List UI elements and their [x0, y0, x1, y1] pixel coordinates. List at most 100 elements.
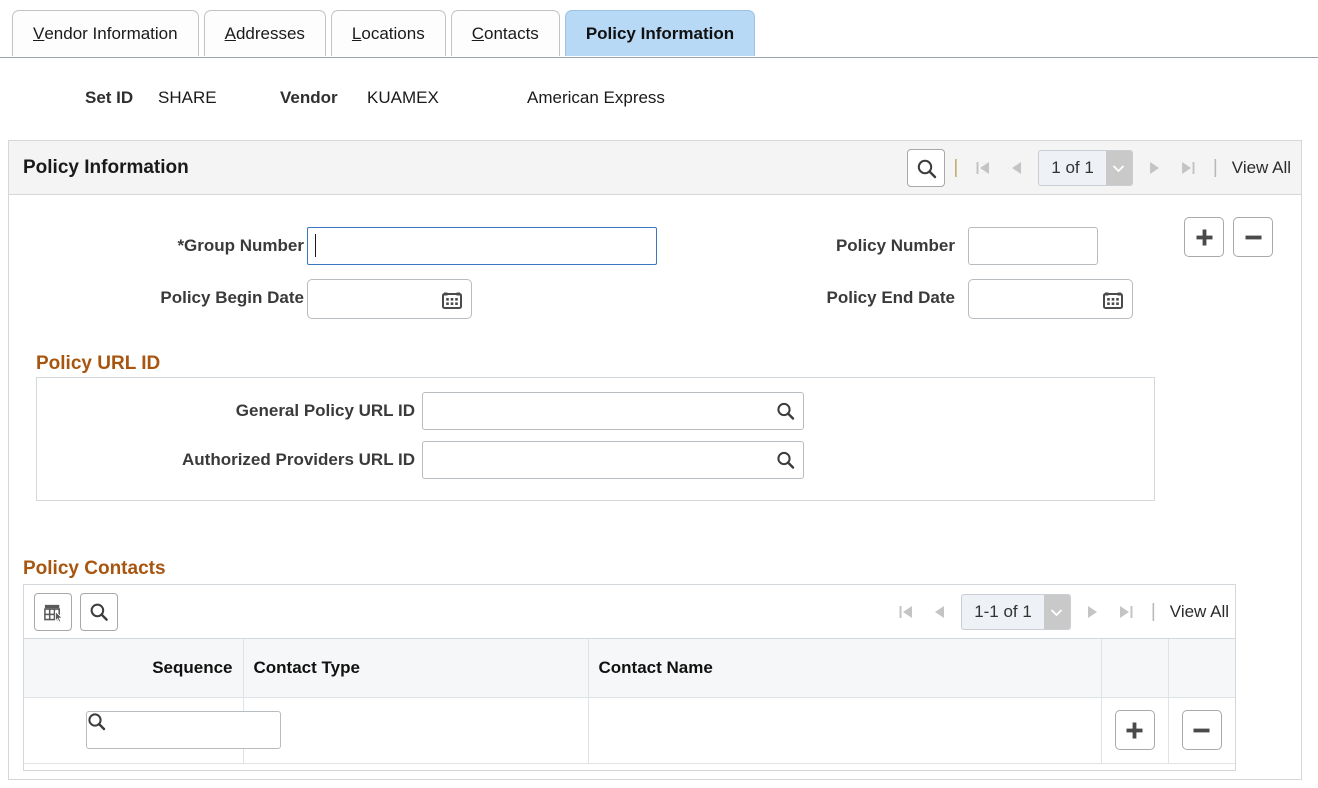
- tab-bar: Vendor Information Addresses Locations C…: [0, 0, 1318, 62]
- pager-divider-right: |: [1213, 157, 1218, 179]
- grid-page-counter-label: 1-1 of 1: [962, 595, 1044, 629]
- page-counter-select[interactable]: 1 of 1: [1038, 150, 1133, 186]
- add-contact-row-button[interactable]: [1115, 710, 1155, 750]
- pager-divider-left: |: [953, 157, 958, 179]
- policy-end-date-input[interactable]: [968, 279, 1133, 319]
- grid-next-page-button[interactable]: [1075, 597, 1109, 627]
- policy-contacts-table: Sequence Contact Type Contact Name: [24, 639, 1235, 764]
- grid-pager: 1-1 of 1: [889, 594, 1229, 630]
- tab-contacts[interactable]: Contacts: [451, 10, 560, 56]
- policy-number-label: Policy Number: [649, 236, 955, 256]
- policy-pager: | 1 of 1: [907, 149, 1291, 187]
- first-page-icon: [975, 160, 991, 176]
- last-page-icon: [1118, 604, 1134, 620]
- group-number-input[interactable]: [307, 227, 657, 265]
- vendor-label: Vendor: [280, 88, 338, 108]
- lookup-search-icon[interactable]: [776, 402, 795, 421]
- lookup-search-icon[interactable]: [87, 712, 280, 731]
- vendor-subheader: Set ID SHARE Vendor KUAMEX American Expr…: [0, 88, 1318, 122]
- lookup-search-icon[interactable]: [776, 451, 795, 470]
- last-page-button[interactable]: [1171, 153, 1205, 183]
- grid-first-page-button[interactable]: [889, 597, 923, 627]
- cell-sequence: [24, 697, 243, 763]
- sequence-lookup-input[interactable]: [86, 711, 281, 749]
- setid-label: Set ID: [85, 88, 133, 108]
- policy-information-panel: Policy Information |: [8, 140, 1302, 780]
- minus-icon: [1191, 720, 1212, 741]
- table-row: [24, 697, 1235, 763]
- cell-delete-row: [1168, 697, 1235, 763]
- chevron-down-icon: [1044, 595, 1070, 629]
- policy-number-input[interactable]: [968, 227, 1098, 265]
- minus-icon: [1243, 227, 1264, 248]
- grid-pager-divider: |: [1151, 601, 1156, 623]
- calendar-icon[interactable]: [441, 288, 463, 310]
- tab-locations[interactable]: Locations: [331, 10, 446, 56]
- policy-end-date-label: Policy End Date: [649, 288, 955, 308]
- chevron-left-icon: [1009, 160, 1025, 176]
- first-page-button[interactable]: [966, 153, 1000, 183]
- plus-icon: [1124, 720, 1145, 741]
- view-all-link[interactable]: View All: [1232, 158, 1291, 178]
- search-button[interactable]: [907, 149, 945, 187]
- cell-contact-type[interactable]: [243, 697, 588, 763]
- grid-page-counter-select[interactable]: 1-1 of 1: [961, 594, 1071, 630]
- previous-page-button[interactable]: [1000, 153, 1034, 183]
- policy-url-id-heading: Policy URL ID: [36, 353, 160, 375]
- calendar-icon[interactable]: [1102, 288, 1124, 310]
- add-row-button[interactable]: [1184, 217, 1224, 257]
- grid-personalize-icon: [43, 602, 64, 623]
- authorized-providers-url-id-label: Authorized Providers URL ID: [37, 450, 415, 470]
- tab-bar-divider: [0, 57, 1318, 58]
- row-action-buttons: [1184, 217, 1273, 257]
- table-header-row: Sequence Contact Type Contact Name: [24, 639, 1235, 697]
- tab-locations-label: ocations: [361, 24, 424, 44]
- cell-add-row: [1101, 697, 1168, 763]
- setid-value: SHARE: [158, 88, 217, 108]
- column-header-contact-type[interactable]: Contact Type: [243, 639, 588, 697]
- tab-locations-accel: L: [352, 24, 361, 44]
- tab-addresses-accel: A: [225, 24, 236, 44]
- tab-contacts-label: ontacts: [484, 24, 539, 44]
- policy-contacts-grid: 1-1 of 1: [23, 584, 1236, 771]
- tab-strip: Vendor Information Addresses Locations C…: [12, 10, 760, 56]
- column-header-delete: [1168, 639, 1235, 697]
- cell-contact-name[interactable]: [588, 697, 1101, 763]
- grid-last-page-button[interactable]: [1109, 597, 1143, 627]
- tab-contacts-accel: C: [472, 24, 484, 44]
- grid-toolbar-left: [34, 593, 126, 631]
- authorized-providers-url-id-input[interactable]: [422, 441, 804, 479]
- tab-vendor-information[interactable]: Vendor Information: [12, 10, 199, 56]
- tab-addresses[interactable]: Addresses: [204, 10, 326, 56]
- general-policy-url-id-input[interactable]: [422, 392, 804, 430]
- next-page-button[interactable]: [1137, 153, 1171, 183]
- column-header-add: [1101, 639, 1168, 697]
- chevron-down-icon: [1106, 151, 1132, 185]
- tab-policy-information-label: Policy Information: [586, 24, 734, 44]
- general-policy-url-id-label: General Policy URL ID: [37, 401, 415, 421]
- delete-contact-row-button[interactable]: [1182, 710, 1222, 750]
- page-title: Policy Information: [23, 157, 189, 179]
- policy-begin-date-input[interactable]: [307, 279, 472, 319]
- grid-view-all-link[interactable]: View All: [1170, 602, 1229, 622]
- policy-begin-date-label: Policy Begin Date: [39, 288, 304, 308]
- chevron-right-icon: [1084, 604, 1100, 620]
- grid-search-button[interactable]: [80, 593, 118, 631]
- last-page-icon: [1180, 160, 1196, 176]
- vendor-name: American Express: [527, 88, 665, 108]
- policy-contacts-heading: Policy Contacts: [23, 558, 166, 580]
- tab-addresses-label: ddresses: [236, 24, 305, 44]
- tab-policy-information[interactable]: Policy Information: [565, 10, 755, 56]
- tab-vendor-information-accel: V: [33, 24, 44, 44]
- delete-row-button[interactable]: [1233, 217, 1273, 257]
- grid-previous-page-button[interactable]: [923, 597, 957, 627]
- group-number-label: *Group Number: [39, 236, 304, 256]
- personalize-grid-button[interactable]: [34, 593, 72, 631]
- plus-icon: [1194, 227, 1215, 248]
- first-page-icon: [898, 604, 914, 620]
- chevron-right-icon: [1146, 160, 1162, 176]
- grid-toolbar: 1-1 of 1: [24, 585, 1235, 639]
- column-header-contact-name[interactable]: Contact Name: [588, 639, 1101, 697]
- column-header-sequence[interactable]: Sequence: [24, 639, 243, 697]
- chevron-left-icon: [932, 604, 948, 620]
